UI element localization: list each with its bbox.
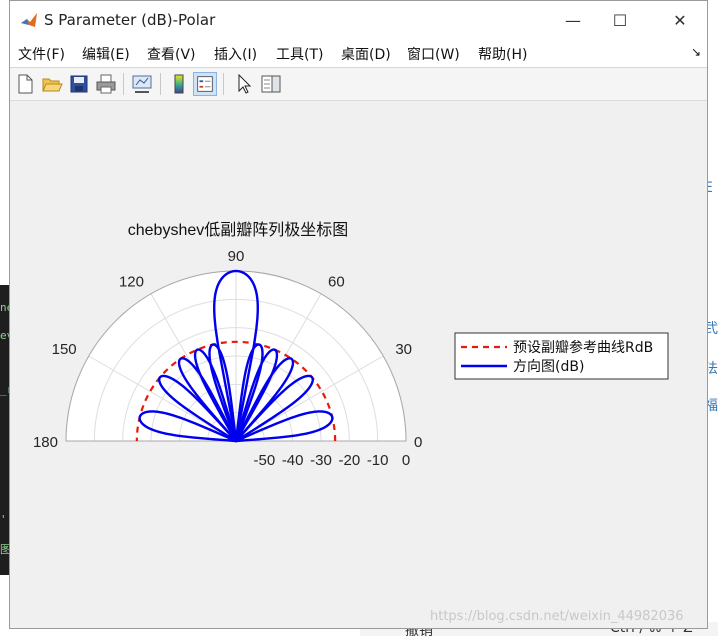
matlab-icon [20, 11, 38, 29]
pointer-icon[interactable] [232, 72, 256, 96]
maximize-button[interactable]: ☐ [597, 7, 643, 33]
property-editor-icon[interactable] [259, 72, 283, 96]
r-tick-label: -10 [367, 452, 389, 469]
r-tick-label: -30 [310, 452, 332, 469]
watermark: https://blog.csdn.net/weixin_44982036 [430, 609, 684, 624]
legend-label-pattern: 方向图(dB) [513, 359, 584, 375]
menu-help[interactable]: 帮助(H) [478, 44, 527, 64]
save-icon[interactable] [67, 72, 91, 96]
toolbar-separator [123, 73, 124, 95]
menu-file[interactable]: 文件(F) [18, 44, 65, 64]
menu-overflow-icon[interactable]: ↘ [691, 45, 701, 59]
bg-left-fragment: ' [0, 513, 7, 526]
legend-toggle-button[interactable] [193, 72, 217, 96]
legend-icon [197, 76, 213, 92]
maximize-icon: ☐ [612, 10, 628, 30]
title-bar[interactable]: S Parameter (dB)-Polar — ☐ ✕ [10, 1, 707, 39]
figure-window: S Parameter (dB)-Polar — ☐ ✕ 文件(F) 编辑(E)… [9, 0, 708, 629]
r-tick-label: -40 [282, 452, 304, 469]
toolbar-separator [160, 73, 161, 95]
link-plot-icon[interactable] [130, 72, 154, 96]
r-tick-label: -20 [338, 452, 360, 469]
window-title: S Parameter (dB)-Polar [44, 11, 216, 29]
menu-bar: 文件(F) 编辑(E) 查看(V) 插入(I) 工具(T) 桌面(D) 窗口(W… [10, 39, 707, 68]
new-figure-icon[interactable] [13, 72, 37, 96]
theta-tick-label: 150 [52, 341, 77, 358]
legend-label-reference: 预设副瓣参考曲线RdB [513, 339, 653, 356]
figure-canvas[interactable]: 0 30 60 90 120 150 180 -50 -40 -30 -20 -10 0 chebyshe… [10, 101, 707, 628]
menu-insert[interactable]: 插入(I) [214, 44, 257, 64]
print-icon[interactable] [94, 72, 118, 96]
close-icon: ✕ [673, 10, 687, 30]
theta-tick-label: 60 [328, 274, 345, 291]
chart-title: chebyshev低副瓣阵列极坐标图 [128, 221, 349, 239]
open-icon[interactable] [40, 72, 64, 96]
theta-tick-label: 90 [228, 248, 245, 265]
menu-view[interactable]: 查看(V) [147, 44, 196, 64]
r-tick-label: -50 [253, 452, 275, 469]
polar-plot[interactable]: 0 30 60 90 120 150 180 -50 -40 -30 -20 -10 0 chebyshe… [10, 101, 707, 628]
minimize-icon: — [565, 10, 581, 30]
menu-desktop[interactable]: 桌面(D) [341, 44, 391, 64]
minimize-button[interactable]: — [550, 7, 596, 33]
theta-tick-label: 0 [414, 434, 422, 451]
theta-tick-label: 180 [33, 434, 58, 451]
toolbar [10, 68, 707, 101]
menu-tools[interactable]: 工具(T) [276, 44, 323, 64]
colorbar-icon[interactable] [167, 72, 191, 96]
theta-tick-label: 120 [119, 274, 144, 291]
r-tick-label: 0 [402, 452, 410, 469]
close-button[interactable]: ✕ [657, 7, 703, 33]
theta-tick-label: 30 [395, 341, 412, 358]
menu-edit[interactable]: 编辑(E) [82, 44, 130, 64]
menu-window[interactable]: 窗口(W) [407, 44, 460, 64]
toolbar-separator [223, 73, 224, 95]
